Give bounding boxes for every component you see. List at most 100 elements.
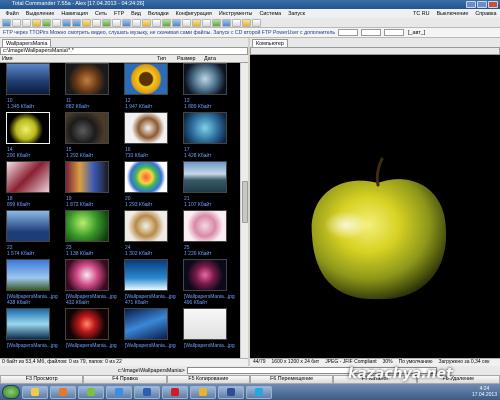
taskbar-explorer[interactable] — [22, 385, 48, 399]
taskbar-word[interactable] — [134, 385, 160, 399]
f4-edit-button[interactable]: F4 Правка — [83, 375, 167, 384]
thumbnail-item[interactable]: 17 1 428 Кбайт — [181, 112, 228, 161]
tray-clock[interactable]: 4:24 17.04.2013 — [472, 386, 500, 398]
menu-help[interactable]: Справка — [472, 11, 500, 17]
thumbnail-image[interactable] — [124, 63, 168, 95]
thumbnail-item[interactable]: 16 710 Кбайт — [122, 112, 169, 161]
paint-icon[interactable] — [212, 18, 221, 27]
menu-network[interactable]: Сеть — [91, 11, 110, 17]
column-size[interactable]: Размер — [177, 55, 196, 63]
notepad-icon[interactable] — [152, 18, 161, 27]
thumbnail-image[interactable] — [124, 112, 168, 144]
thumbnail-item[interactable]: [WallpapersMania...jpg 438 Кбайт — [4, 259, 58, 308]
thumbnail-item[interactable]: 20 1 293 Кбайт — [122, 161, 169, 210]
ftp-disconnect-icon[interactable] — [112, 18, 121, 27]
refresh-icon[interactable] — [2, 18, 11, 27]
menu-file[interactable]: Файл — [2, 11, 22, 17]
menu-navigation[interactable]: Навигация — [58, 11, 92, 17]
taskbar-opera[interactable] — [162, 385, 188, 399]
left-folder-tab[interactable]: WallpapersMania — [2, 38, 52, 47]
thumbnail-image[interactable] — [124, 161, 168, 193]
taskbar-media[interactable] — [50, 385, 76, 399]
start-button[interactable] — [2, 385, 20, 399]
menu-ftp[interactable]: FTP — [110, 11, 127, 17]
column-date[interactable]: Дата — [204, 55, 216, 63]
column-name[interactable]: Имя — [2, 55, 13, 63]
menu-system[interactable]: Система — [256, 11, 285, 17]
ticker-field-1[interactable] — [338, 29, 358, 36]
thumbnail-image[interactable] — [6, 259, 50, 291]
thumbnail-item[interactable]: 10 1 345 Кбайт — [4, 63, 51, 112]
invert-selection-icon[interactable] — [52, 18, 61, 27]
brief-view-icon[interactable] — [12, 18, 21, 27]
thumbnail-image[interactable] — [6, 308, 50, 340]
archive-icon[interactable] — [82, 18, 91, 27]
thumbnail-image[interactable] — [183, 161, 227, 193]
thumbnail-image[interactable] — [65, 308, 109, 340]
menu-shutdown[interactable]: Выключение — [433, 11, 472, 17]
thumbnail-image[interactable] — [6, 112, 50, 144]
full-view-icon[interactable] — [22, 18, 31, 27]
taskbar-browser[interactable] — [106, 385, 132, 399]
thumbnail-item[interactable]: 25 1 226 Кбайт — [181, 210, 228, 259]
menu-launch[interactable]: Запуск — [285, 11, 309, 17]
menu-tc-ru[interactable]: TC RU — [410, 11, 433, 17]
thumbnail-image[interactable] — [124, 210, 168, 242]
thumbnail-item[interactable]: [WallpapersMania...jpg — [63, 308, 117, 357]
thumbnails-icon[interactable] — [42, 18, 51, 27]
help-icon[interactable] — [252, 18, 261, 27]
thumbnail-item[interactable]: [WallpapersMania...jpg 471 Кбайт — [122, 259, 176, 308]
thumbnail-item[interactable]: 24 1 302 Кбайт — [122, 210, 169, 259]
viewer-mode[interactable]: По умолчанию — [399, 359, 433, 366]
f6-move-button[interactable]: F6 Перемещение — [249, 375, 334, 384]
ftp-connect-icon[interactable] — [102, 18, 111, 27]
minimize-button[interactable] — [466, 1, 476, 8]
thumbnail-item[interactable]: 13 1 889 Кбайт — [181, 63, 228, 112]
forward-icon[interactable] — [72, 18, 81, 27]
right-folder-tab[interactable]: Компьютер — [252, 38, 288, 47]
f5-copy-button[interactable]: F5 Копирование — [166, 375, 250, 384]
thumbnail-item[interactable]: 23 1 138 Кбайт — [63, 210, 110, 259]
rename-icon[interactable] — [132, 18, 141, 27]
left-path-bar[interactable]: c:\Image\WallpapersMania\*.* — [0, 47, 248, 55]
screenshot-icon[interactable] — [202, 18, 211, 27]
cmd-icon[interactable] — [222, 18, 231, 27]
scrollbar-thumb[interactable] — [242, 181, 248, 223]
thumbnail-item[interactable]: [WallpapersMania...jpg — [4, 308, 58, 357]
calculator-icon[interactable] — [192, 18, 201, 27]
close-button[interactable] — [488, 1, 498, 8]
thumbnail-item[interactable]: 14 200 Кбайт — [4, 112, 51, 161]
taskbar-totalcmd[interactable] — [218, 385, 244, 399]
thumbnail-image[interactable] — [65, 161, 109, 193]
player-icon[interactable] — [162, 18, 171, 27]
left-scrollbar[interactable] — [240, 63, 248, 358]
thumbnail-image[interactable] — [65, 259, 109, 291]
column-type[interactable]: Тип — [157, 55, 166, 63]
taskbar-torrent[interactable] — [78, 385, 104, 399]
ticker-tag[interactable]: [_авт_] — [408, 30, 425, 36]
thumbnail-item[interactable]: 18 899 Кбайт — [4, 161, 51, 210]
thumbnail-image[interactable] — [124, 259, 168, 291]
menu-tabs[interactable]: Вкладки — [144, 11, 172, 17]
maximize-button[interactable] — [477, 1, 487, 8]
thumbnail-image[interactable] — [65, 63, 109, 95]
unpack-icon[interactable] — [92, 18, 101, 27]
viewer-zoom[interactable]: 30% — [383, 359, 393, 366]
browser-icon[interactable] — [172, 18, 181, 27]
menu-selection[interactable]: Выделение — [22, 11, 58, 17]
thumbnail-item[interactable]: [WallpapersMania...jpg 432 Кбайт — [63, 259, 117, 308]
taskbar-skype[interactable] — [246, 385, 272, 399]
ticker-field-2[interactable] — [361, 29, 381, 36]
thumbnail-item[interactable]: [WallpapersMania...jpg — [122, 308, 176, 357]
menu-tools[interactable]: Инструменты — [215, 11, 256, 17]
thumbnail-image[interactable] — [183, 63, 227, 95]
settings-icon[interactable] — [182, 18, 191, 27]
thumbnail-image[interactable] — [65, 112, 109, 144]
thumbnail-item[interactable]: 11 882 Кбайт — [63, 63, 110, 112]
thumbnail-item[interactable]: 21 1 107 Кбайт — [181, 161, 228, 210]
thumbnail-item[interactable]: [WallpapersMania...jpg — [181, 308, 235, 357]
search-icon[interactable] — [122, 18, 131, 27]
f3-view-button[interactable]: F3 Просмотр — [0, 375, 84, 384]
thumbnail-item[interactable]: [WallpapersMania...jpg 496 Кбайт — [181, 259, 235, 308]
thumbnail-image[interactable] — [183, 259, 227, 291]
